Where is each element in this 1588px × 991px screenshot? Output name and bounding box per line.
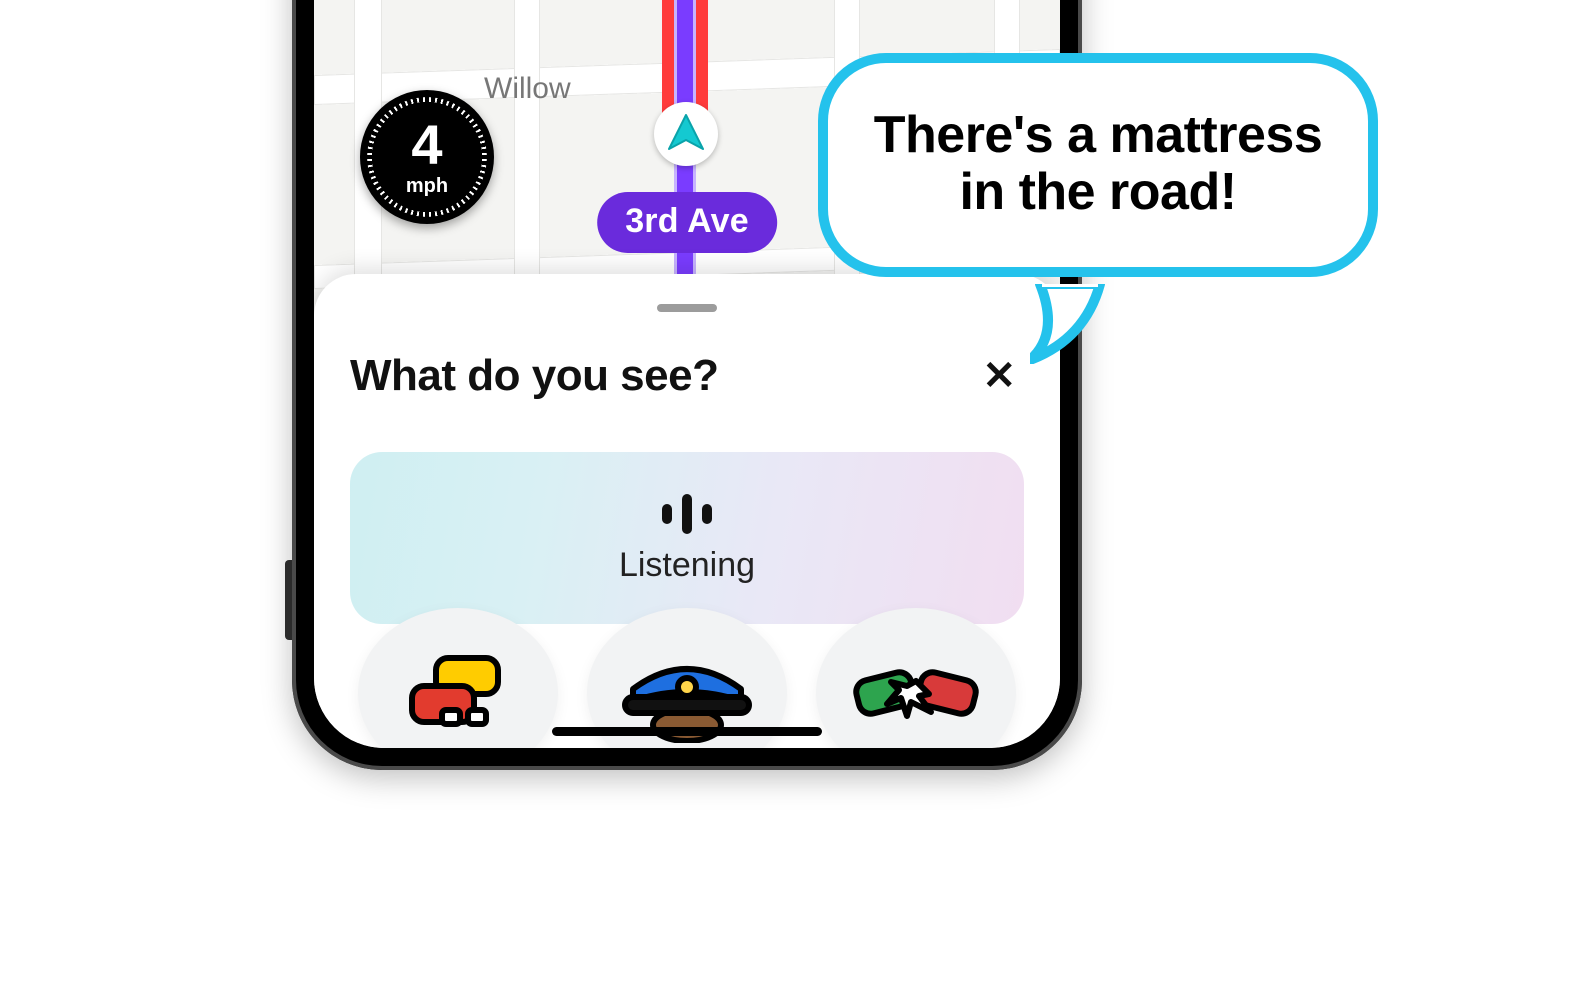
speed-value: 4 [411, 117, 442, 173]
report-crash-button[interactable] [816, 608, 1016, 748]
traffic-icon [398, 648, 518, 738]
speed-unit: mph [406, 175, 448, 198]
callout-line2: in the road! [959, 163, 1236, 221]
current-street-badge: 3rd Ave [597, 192, 777, 253]
location-arrow-icon [665, 113, 707, 155]
sheet-title: What do you see? [350, 351, 718, 401]
current-location-marker [654, 102, 718, 166]
listening-label: Listening [619, 546, 755, 585]
sheet-grabber[interactable] [657, 304, 717, 312]
crash-icon [851, 646, 981, 741]
road [514, 0, 540, 292]
speedometer: 4 mph [360, 90, 494, 224]
street-label-willow: Willow [484, 72, 571, 106]
close-icon: ✕ [982, 354, 1016, 398]
home-indicator [552, 727, 822, 736]
close-button[interactable]: ✕ [974, 350, 1024, 402]
speech-bubble: There's a mattress in the road! [818, 53, 1378, 277]
report-traffic-button[interactable] [358, 608, 558, 748]
report-sheet: What do you see? ✕ Listening [314, 274, 1060, 748]
voice-listening-button[interactable]: Listening [350, 452, 1024, 624]
callout-line1: There's a mattress [874, 106, 1323, 164]
equalizer-icon [662, 492, 712, 536]
